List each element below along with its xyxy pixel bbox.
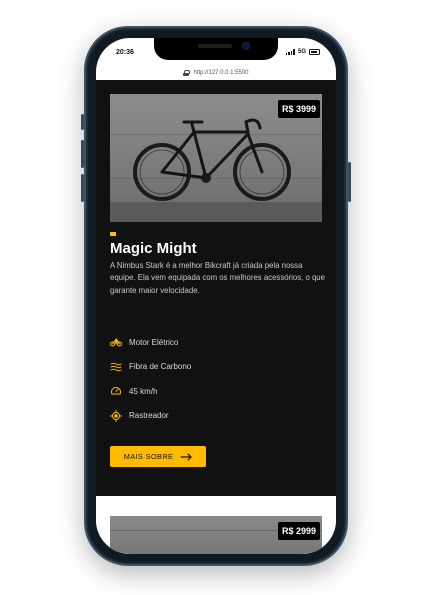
phone-frame: 20:36 5G http://127.0.0.1:5500 R$ 3999 M…: [81, 26, 351, 566]
speedometer-icon: [111, 387, 121, 395]
next-product-image: R$ 2999: [110, 516, 322, 554]
accent-bar: [110, 232, 116, 236]
phone-volume-up: [81, 140, 84, 168]
signal-icon: [285, 49, 295, 55]
feature-label: 45 km/h: [129, 386, 158, 396]
feature-item: Rastreador: [110, 404, 322, 429]
electric-motor-icon: [110, 338, 122, 347]
product-card: R$ 3999 Magic Might A Nimbus Stark é a m…: [96, 80, 336, 496]
arrow-right-icon: [180, 452, 192, 461]
phone-screen: 20:36 5G http://127.0.0.1:5500 R$ 3999 M…: [96, 38, 336, 554]
product-title: Magic Might: [110, 240, 197, 257]
page-content[interactable]: R$ 3999 Magic Might A Nimbus Stark é a m…: [96, 80, 336, 554]
status-indicators: 5G: [285, 49, 320, 55]
tracker-icon: [110, 409, 122, 422]
url-text: http://127.0.0.1:5500: [193, 70, 249, 76]
more-info-label: MAIS SOBRE: [123, 452, 174, 461]
next-price-tag: R$ 2999: [277, 522, 320, 540]
feature-label: Motor Elétrico: [129, 337, 179, 347]
speaker-grille: [198, 44, 232, 48]
product-image: R$ 3999: [110, 94, 322, 222]
network-label: 5G: [297, 49, 306, 55]
feature-list: Motor Elétrico Fibra de Carbono 45 km/h: [110, 330, 322, 428]
front-camera: [242, 42, 250, 50]
phone-power-button: [348, 162, 351, 202]
more-info-button[interactable]: MAIS SOBRE: [110, 446, 206, 467]
feature-label: Rastreador: [129, 411, 169, 421]
battery-icon: [309, 49, 320, 55]
lock-icon: [183, 70, 191, 76]
notch: [154, 38, 278, 60]
feature-item: 45 km/h: [110, 379, 322, 404]
feature-item: Motor Elétrico: [110, 330, 322, 355]
carbon-fiber-icon: [110, 362, 122, 371]
feature-label: Fibra de Carbono: [129, 362, 192, 372]
status-time: 20:36: [116, 49, 134, 56]
product-description: A Nimbus Stark é a melhor Bikcraft já cr…: [110, 261, 325, 295]
phone-volume-down: [81, 174, 84, 202]
phone-silent-switch: [81, 114, 84, 130]
address-bar[interactable]: http://127.0.0.1:5500: [96, 66, 336, 80]
price-tag: R$ 3999: [277, 100, 320, 118]
feature-item: Fibra de Carbono: [110, 355, 322, 380]
